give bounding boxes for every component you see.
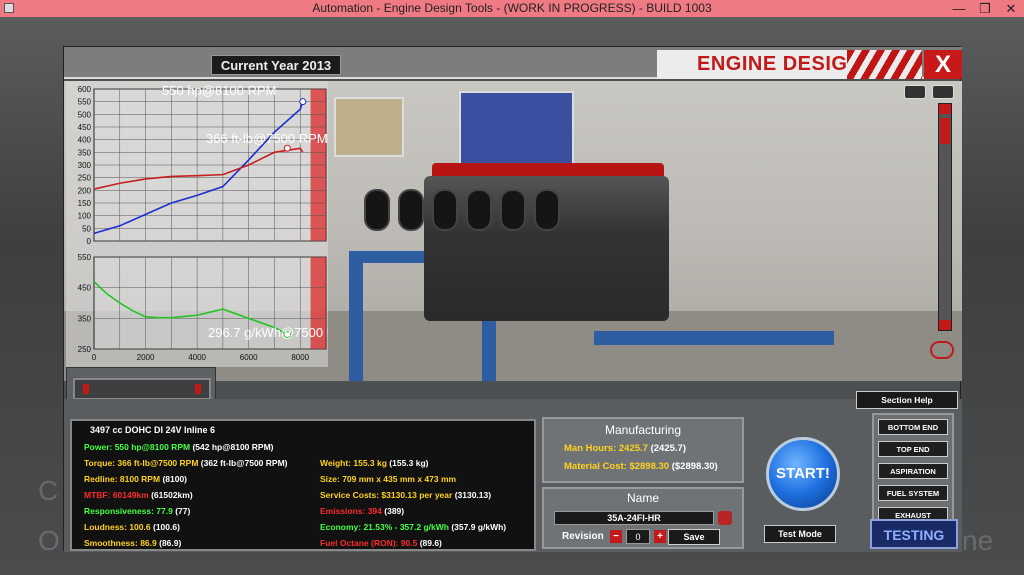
scroll-down-icon[interactable] [939,320,951,330]
stat-fuel-octane: Fuel Octane (RON): 90.5 (89.6) [320,538,442,548]
wall-poster-left [334,97,404,157]
section-nav: BOTTOM END TOP END ASPIRATION FUEL SYSTE… [872,413,954,523]
reset-view-icon[interactable] [930,341,954,359]
save-button[interactable]: Save [668,529,720,545]
maximize-button[interactable]: ❐ [972,0,998,17]
y-tick-label-0-6: 300 [78,161,92,170]
y-tick-label-1-2: 350 [78,314,92,323]
y-tick-label-0-11: 50 [82,224,91,233]
engine-stats-panel: 3497 cc DOHC DI 24V Inline 6 Power: 550 … [70,419,536,551]
y-tick-label-0-10: 100 [78,212,92,221]
y-tick-label-1-1: 450 [78,284,92,293]
minimize-button[interactable]: — [946,0,972,17]
y-tick-label-0-5: 350 [78,148,92,157]
y-tick-label-0-2: 500 [78,110,92,119]
stat-smoothness: Smoothness: 86.9 (86.9) [84,538,182,548]
backdrop-text-3: ne [962,525,994,556]
engine-summary: 3497 cc DOHC DI 24V Inline 6 [90,425,216,435]
view-controls [904,85,954,99]
section-fuel-system[interactable]: FUEL SYSTEM [878,485,948,501]
revision-value: 0 [626,529,650,544]
x-tick-label-1: 2000 [137,353,155,362]
eye-icon[interactable] [932,85,954,99]
stat-size: Size: 709 mm x 435 mm x 473 mm [320,474,457,484]
stat-weight: Weight: 155.3 kg (155.3 kg) [320,458,429,468]
bsfc-label: 296.7 g/kWh@7500 RPM [208,325,328,340]
y-tick-label-1-0: 550 [78,253,92,262]
section-aspiration[interactable]: ASPIRATION [878,463,948,479]
scroll-up-icon[interactable] [939,104,951,114]
y-tick-label-0-12: 0 [87,237,92,246]
backdrop-text-1: C [38,475,59,506]
y-tick-label-0-0: 600 [78,85,92,94]
stat-service-costs: Service Costs: $3130.13 per year (3130.1… [320,490,492,500]
x-tick-label-3: 6000 [240,353,258,362]
material-cost: Material Cost: $2898.30 ($2898.30) [564,461,718,472]
name-panel: Name 35A-24FI-HR Revision − 0 + Save [542,487,744,549]
slider-left-icon[interactable] [83,384,89,394]
window-title-bar: Automation - Engine Design Tools - (WORK… [0,0,1024,17]
y-tick-label-0-8: 200 [78,186,92,195]
panel-close-button[interactable]: X [924,50,962,79]
stat-torque: Torque: 366 ft-lb@7500 RPM (362 ft-lb@75… [84,458,288,468]
y-tick-label-0-9: 150 [78,199,92,208]
scroll-thumb[interactable] [940,118,950,144]
randomize-name-icon[interactable] [718,511,732,525]
stat-responsiveness: Responsiveness: 77.9 (77) [84,506,191,516]
engine-stand-leg [349,251,363,381]
camera-icon[interactable] [904,85,926,99]
window-title: Automation - Engine Design Tools - (WORK… [312,1,712,15]
backdrop-text-2: O [38,525,60,556]
stat-loudness: Loudness: 100.6 (100.6) [84,522,180,532]
power-peak-label: 550 hp@8100 RPM [162,83,276,98]
y-tick-label-1-3: 250 [78,345,92,354]
section-top-end[interactable]: TOP END [878,441,948,457]
man-hours: Man Hours: 2425.7 (2425.7) [564,443,686,454]
test-mode-button[interactable]: Test Mode [764,525,836,543]
x-tick-label-4: 8000 [291,353,309,362]
section-bottom-end[interactable]: BOTTOM END [878,419,948,435]
revision-plus-button[interactable]: + [654,530,666,543]
y-tick-label-0-4: 400 [78,136,92,145]
torque-peak-label: 366 ft-lb@7500 RPM [206,131,328,146]
stat-mtbf: MTBF: 60149km (61502km) [84,490,193,500]
bottom-controls: 3497 cc DOHC DI 24V Inline 6 Power: 550 … [64,391,962,552]
y-tick-label-0-7: 250 [78,174,92,183]
window-close-button[interactable]: ✕ [998,0,1024,17]
rpm-slider[interactable] [73,378,211,400]
panel-header: Current Year 2013 ENGINE DESIGN X [64,47,962,79]
revision-label: Revision [562,531,604,542]
name-title: Name [626,491,659,505]
torque-peak-point [283,144,291,152]
slider-right-icon[interactable] [195,384,201,394]
y-tick-label-0-3: 450 [78,123,92,132]
x-tick-label-2: 4000 [188,353,206,362]
app-icon [4,3,14,13]
stat-power: Power: 550 hp@8100 RPM (542 hp@8100 RPM) [84,442,274,452]
revision-minus-button[interactable]: − [610,530,622,543]
manufacturing-title: Manufacturing [604,423,682,437]
engine-cam-gears [364,189,560,231]
stat-economy: Economy: 21.53% - 357.2 g/kWh (357.9 g/k… [320,522,507,532]
manufacturing-panel: Manufacturing Man Hours: 2425.7 (2425.7)… [542,417,744,483]
engine-stand-base [594,331,834,345]
x-tick-label-0: 0 [92,353,97,362]
stat-redline: Redline: 8100 RPM (8100) [84,474,188,484]
y-tick-label-0-1: 550 [78,98,92,107]
engine-name-field[interactable]: 35A-24FI-HR [554,511,714,525]
window-controls: — ❐ ✕ [946,0,1024,17]
graphs-svg: 6005505004504003503002502001501005005504… [78,83,328,362]
current-year-label: Current Year 2013 [211,55,341,75]
performance-graphs: 600 550 500 450 400 350 300 250 200 150 100 50 0 550 4… [66,81,328,367]
power-peak-point [299,98,307,106]
testing-button[interactable]: TESTING [870,519,958,549]
title-stripes [847,50,922,79]
section-help-button[interactable]: Section Help [856,391,958,409]
viewport-scrollbar[interactable] [938,103,952,331]
engine-design-panel: Current Year 2013 ENGINE DESIGN X 600 550… [63,46,962,552]
stat-emissions: Emissions: 394 (389) [320,506,405,516]
start-button[interactable]: START! [766,437,840,511]
